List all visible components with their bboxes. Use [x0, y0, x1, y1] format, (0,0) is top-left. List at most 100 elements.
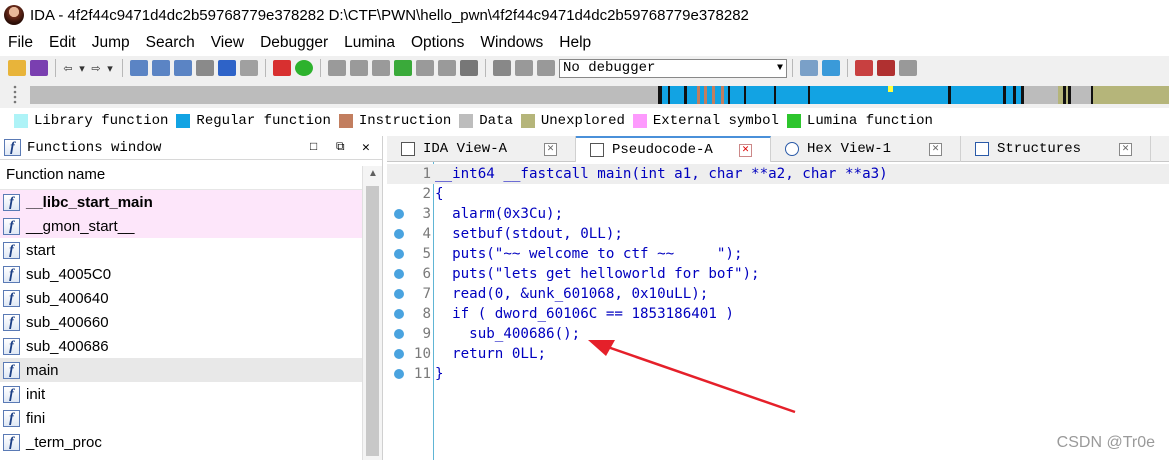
code-line-5[interactable]: 5 puts("~~ welcome to ctf ~~ "); — [387, 244, 1169, 264]
close-icon[interactable]: ✕ — [362, 140, 370, 155]
view-tabs: IDA View-A ✕ Pseudocode-A ✕ Hex View-1 ✕… — [387, 136, 1169, 162]
function-row-term-proc[interactable]: f _term_proc — [0, 430, 362, 454]
function-row-init[interactable]: f init — [0, 382, 362, 406]
tab-pseudocode-a[interactable]: Pseudocode-A ✕ — [576, 136, 771, 162]
graph-icon[interactable] — [273, 60, 291, 76]
search-binary-icon[interactable] — [152, 60, 170, 76]
code-line-2[interactable]: 2 { — [387, 184, 1169, 204]
restore-icon[interactable]: □ — [310, 140, 317, 154]
line-number: 4 — [422, 226, 431, 242]
decompile-icon[interactable] — [800, 60, 818, 76]
scrollbar-thumb[interactable] — [366, 186, 379, 456]
save-icon[interactable] — [30, 60, 48, 76]
tab-ida-view-a[interactable]: IDA View-A ✕ — [387, 136, 576, 162]
forward-dropdown-icon[interactable]: ▾ — [103, 62, 117, 75]
code-line-3[interactable]: 3 alarm(0x3Cu); — [387, 204, 1169, 224]
breakpoint-dot-icon[interactable] — [394, 289, 404, 299]
close-icon[interactable]: ✕ — [1119, 142, 1132, 156]
breakpoint-dot-icon[interactable] — [394, 249, 404, 259]
code-line-8[interactable]: 8 if ( dword_60106C == 1853186401 ) — [387, 304, 1169, 324]
code-icon[interactable] — [328, 60, 346, 76]
start-debug-icon[interactable] — [493, 60, 511, 76]
function-row-sub-400686[interactable]: f sub_400686 — [0, 334, 362, 358]
legend-swatch — [14, 114, 28, 128]
breakpoint-dot-icon[interactable] — [394, 269, 404, 279]
breakpoint-dot-icon[interactable] — [394, 329, 404, 339]
code-line-11[interactable]: 11 } — [387, 364, 1169, 384]
data-icon[interactable] — [350, 60, 368, 76]
menu-view[interactable]: View — [203, 34, 252, 52]
code-line-4[interactable]: 4 setbuf(stdout, 0LL); — [387, 224, 1169, 244]
code-line-9[interactable]: 9 sub_400686(); — [387, 324, 1169, 344]
breakpoint-dot-icon[interactable] — [394, 209, 404, 219]
menu-help[interactable]: Help — [551, 34, 599, 52]
legend-swatch — [632, 114, 647, 128]
function-list-scrollbar[interactable]: ▲ — [362, 166, 382, 460]
back-dropdown-icon[interactable]: ▾ — [75, 62, 89, 75]
scroll-up-icon[interactable]: ▲ — [368, 168, 378, 179]
function-row-sub-400640[interactable]: f sub_400640 — [0, 286, 362, 310]
function-row-libc-start-main[interactable]: f __libc_start_main — [0, 190, 362, 214]
back-arrow-icon[interactable]: ⇦ — [61, 62, 75, 75]
list-icon[interactable] — [855, 60, 873, 76]
pseudocode-view[interactable]: 1 __int64 __fastcall main(int a1, char *… — [387, 162, 1169, 460]
menu-file[interactable]: File — [0, 34, 41, 52]
function-row-gmon-start[interactable]: f __gmon_start__ — [0, 214, 362, 238]
code-line-10[interactable]: 10 return 0LL; — [387, 344, 1169, 364]
pseudocode-icon[interactable] — [822, 60, 840, 76]
legend-item: External symbol — [632, 113, 779, 129]
menu-options[interactable]: Options — [403, 34, 472, 52]
breakpoint-dot-icon[interactable] — [394, 229, 404, 239]
menu-lumina[interactable]: Lumina — [336, 34, 403, 52]
structures-icon — [975, 142, 989, 156]
patch-icon[interactable] — [416, 60, 434, 76]
menu-debugger[interactable]: Debugger — [252, 34, 336, 52]
close-icon[interactable]: ✕ — [544, 142, 557, 156]
breakpoint-dot-icon[interactable] — [394, 309, 404, 319]
forward-arrow-icon[interactable]: ⇨ — [89, 62, 103, 75]
code-line-6[interactable]: 6 puts("lets get helloworld for bof"); — [387, 264, 1169, 284]
line-number: 8 — [422, 306, 431, 322]
close-icon[interactable]: ✕ — [929, 142, 942, 156]
tab-hex-view-1[interactable]: Hex View-1 ✕ — [771, 136, 961, 162]
breakpoint-dot-icon[interactable] — [394, 349, 404, 359]
float-icon[interactable]: ⧉ — [336, 140, 345, 154]
function-row-main[interactable]: f main — [0, 358, 362, 382]
close-icon[interactable]: ✕ — [739, 143, 752, 157]
menu-windows[interactable]: Windows — [472, 34, 551, 52]
close-icon[interactable] — [460, 60, 478, 76]
tab-structures[interactable]: Structures ✕ — [961, 136, 1151, 162]
edit-icon[interactable] — [438, 60, 456, 76]
string-icon[interactable] — [372, 60, 390, 76]
search-next-icon[interactable] — [196, 60, 214, 76]
menu-edit[interactable]: Edit — [41, 34, 84, 52]
function-row-start[interactable]: f start — [0, 238, 362, 262]
code-line-7[interactable]: 7 read(0, &unk_601068, 0x10uLL); — [387, 284, 1169, 304]
jump-down-icon[interactable] — [218, 60, 236, 76]
add-icon[interactable] — [394, 60, 412, 76]
function-name: main — [26, 361, 59, 379]
legend-label: Regular function — [196, 113, 331, 129]
search-text-icon[interactable] — [130, 60, 148, 76]
open-file-icon[interactable] — [8, 60, 26, 76]
line-number: 9 — [422, 326, 431, 342]
pause-icon[interactable] — [515, 60, 533, 76]
menu-search[interactable]: Search — [138, 34, 203, 52]
function-name-column-header[interactable]: Function name — [0, 160, 382, 190]
chevron-down-icon: ▼ — [776, 62, 783, 74]
legend-swatch — [786, 114, 801, 128]
navigation-bar[interactable] — [30, 86, 1169, 104]
search-immediate-icon[interactable] — [174, 60, 192, 76]
toolbar-separator — [792, 59, 793, 77]
run-icon[interactable] — [295, 60, 313, 76]
function-row-fini[interactable]: f fini — [0, 406, 362, 430]
function-row-sub-400660[interactable]: f sub_400660 — [0, 310, 362, 334]
code-line-1[interactable]: 1 __int64 __fastcall main(int a1, char *… — [387, 164, 1169, 184]
debugger-select[interactable]: No debugger ▼ — [559, 58, 787, 78]
stop-icon[interactable] — [537, 60, 555, 76]
function-row-sub-4005c0[interactable]: f sub_4005C0 — [0, 262, 362, 286]
tools-icon[interactable] — [899, 60, 917, 76]
plugin-icon[interactable] — [877, 60, 895, 76]
menu-jump[interactable]: Jump — [84, 34, 138, 52]
breakpoint-dot-icon[interactable] — [394, 369, 404, 379]
